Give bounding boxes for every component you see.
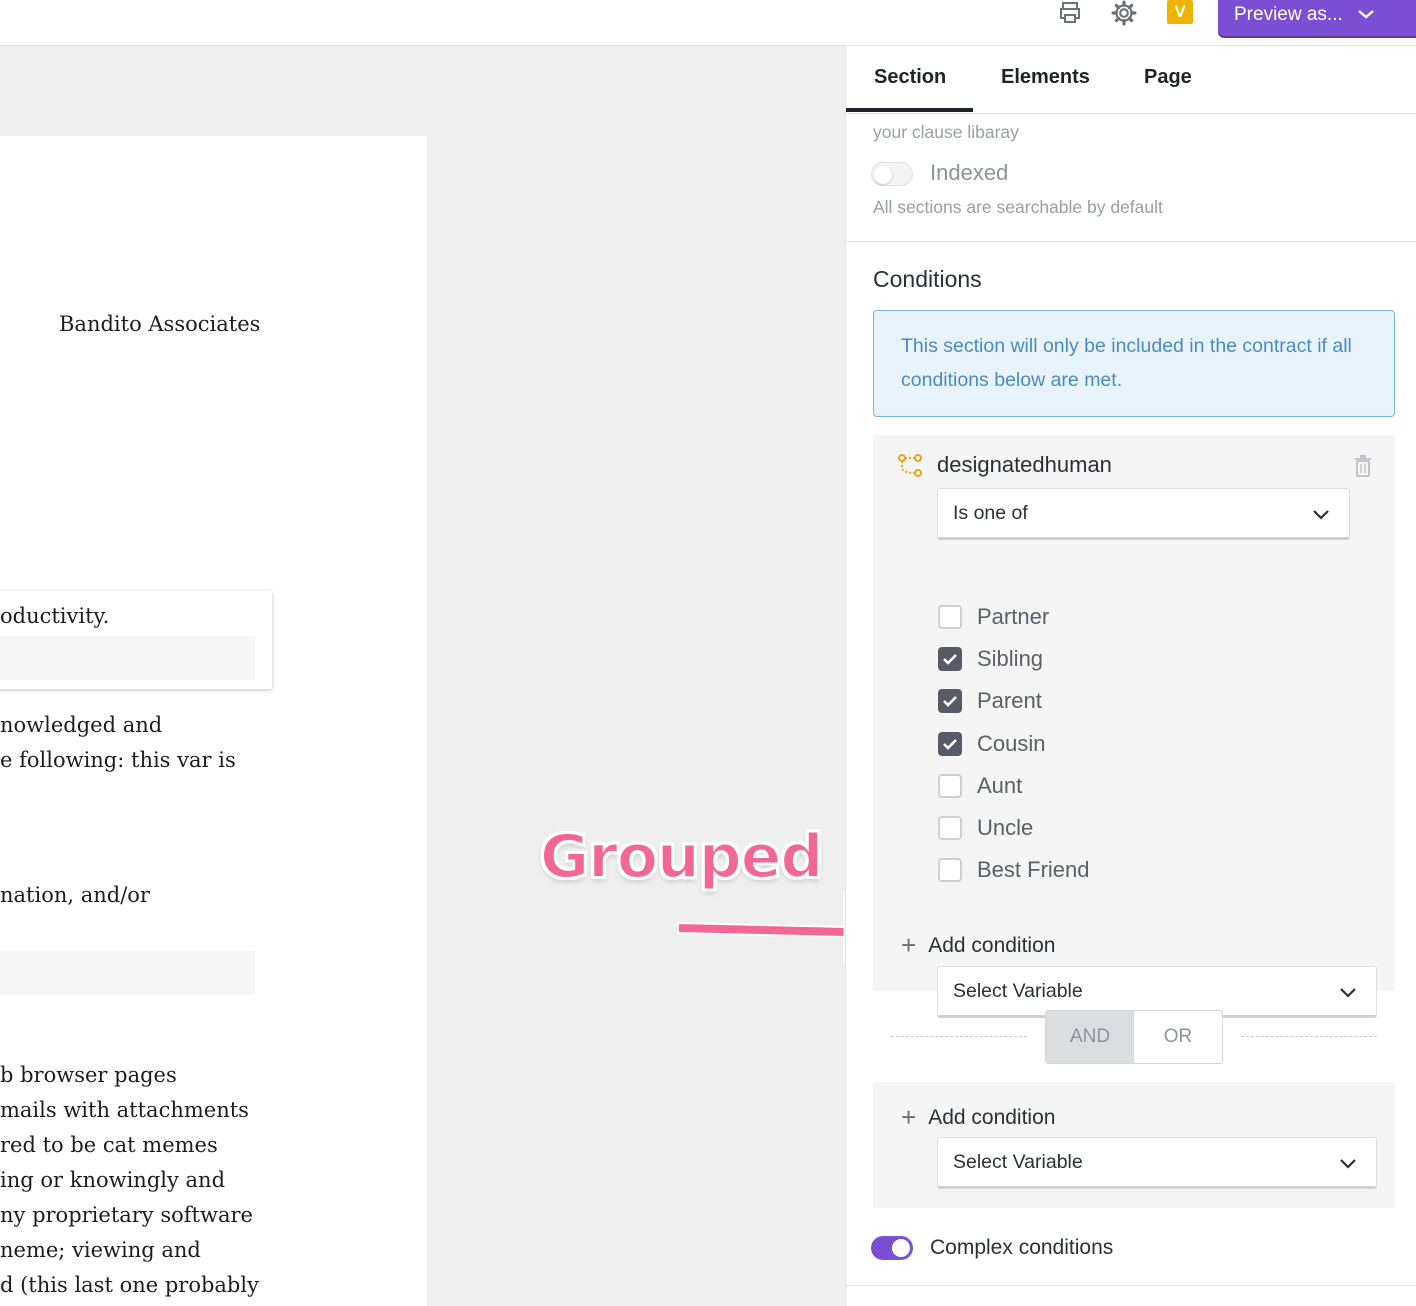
checkbox-checked[interactable] <box>938 732 962 756</box>
selected-section-card[interactable]: oductivity. <box>0 591 272 689</box>
plus-icon: + <box>901 1102 917 1132</box>
add-condition-button[interactable]: + Add condition <box>901 1102 1055 1133</box>
section-placeholder <box>0 951 255 995</box>
condition-group: + Add condition Select Variable <box>873 1082 1395 1208</box>
checkbox-unchecked[interactable] <box>938 774 962 798</box>
add-condition-label: Add condition <box>928 933 1056 957</box>
conditions-info-box: This section will only be included in th… <box>873 310 1395 417</box>
select-variable-dropdown[interactable]: Select Variable <box>937 1137 1377 1189</box>
list-line: red to be cat memes <box>0 1133 218 1157</box>
checkbox-unchecked[interactable] <box>938 605 962 629</box>
or-button[interactable]: OR <box>1134 1011 1222 1063</box>
option-parent[interactable]: Parent <box>938 686 1042 716</box>
option-label: Uncle <box>977 815 1034 840</box>
list-line: mails with attachments <box>0 1098 249 1122</box>
card-placeholder <box>0 636 255 680</box>
print-icon[interactable] <box>1057 0 1083 26</box>
chevron-down-icon <box>1357 4 1375 26</box>
tab-section[interactable]: Section <box>874 66 946 89</box>
clause-note: your clause libaray <box>873 122 1019 142</box>
indexed-toggle[interactable] <box>871 162 913 186</box>
and-button[interactable]: AND <box>1046 1011 1134 1063</box>
document-canvas: Bandito Associates oductivity. nowledged… <box>0 46 845 1306</box>
divider-dashed <box>891 1036 1027 1037</box>
chevron-down-icon <box>1311 505 1331 528</box>
divider-dashed <box>1241 1036 1377 1037</box>
option-label: Sibling <box>977 646 1044 671</box>
option-cousin[interactable]: Cousin <box>938 729 1045 759</box>
option-label: Aunt <box>977 773 1023 798</box>
checkbox-checked[interactable] <box>938 647 962 671</box>
option-label: Cousin <box>977 731 1046 756</box>
brand-v-icon[interactable]: V <box>1167 0 1193 24</box>
tab-elements[interactable]: Elements <box>1001 66 1090 89</box>
indexed-label: Indexed <box>930 160 1009 185</box>
option-partner[interactable]: Partner <box>938 602 1049 632</box>
trash-icon[interactable] <box>1354 455 1372 482</box>
panel-tabs: Section Elements Page <box>846 46 1416 114</box>
operator-select[interactable]: Is one of <box>937 488 1350 540</box>
preview-as-label: Preview as... <box>1234 4 1343 25</box>
checkbox-unchecked[interactable] <box>938 858 962 882</box>
option-best-friend[interactable]: Best Friend <box>938 855 1090 885</box>
active-tab-indicator <box>846 108 973 112</box>
card-text: oductivity. <box>0 604 110 628</box>
list-line: d (this last one probably <box>0 1273 259 1297</box>
checkbox-checked[interactable] <box>938 689 962 713</box>
divider <box>846 241 1416 242</box>
select-variable-value: Select Variable <box>953 979 1083 1002</box>
indexed-help-text: All sections are searchable by default <box>873 197 1163 217</box>
logic-toggle: AND OR <box>1045 1010 1223 1064</box>
condition-variable-name: designatedhuman <box>937 452 1112 477</box>
add-condition-label: Add condition <box>928 1105 1056 1129</box>
chevron-down-icon <box>1338 983 1358 1006</box>
complex-conditions-toggle[interactable] <box>871 1236 913 1260</box>
list-line: b browser pages <box>0 1063 177 1087</box>
plus-icon: + <box>901 930 917 960</box>
paragraph-line: e following: this var is <box>0 748 236 772</box>
option-label: Best Friend <box>977 857 1090 882</box>
operator-select-value: Is one of <box>953 501 1028 524</box>
complex-conditions-label: Complex conditions <box>930 1236 1114 1259</box>
list-line: neme; viewing and <box>0 1238 201 1262</box>
settings-panel: Section Elements Page your clause libara… <box>845 46 1416 1306</box>
variable-icon <box>897 453 923 484</box>
chevron-down-icon <box>1338 1154 1358 1177</box>
divider <box>846 1285 1416 1286</box>
list-line: ing or knowingly and <box>0 1168 226 1192</box>
option-aunt[interactable]: Aunt <box>938 771 1022 801</box>
option-label: Parent <box>977 688 1042 713</box>
conditions-title: Conditions <box>873 266 982 292</box>
option-uncle[interactable]: Uncle <box>938 813 1033 843</box>
annotation-label: Grouped <box>539 821 824 893</box>
option-sibling[interactable]: Sibling <box>938 644 1043 674</box>
preview-as-button[interactable]: Preview as... <box>1218 0 1416 36</box>
tab-page[interactable]: Page <box>1144 66 1192 89</box>
top-toolbar: V Preview as... <box>0 0 1416 46</box>
condition-group: designatedhuman Is one of Partner Siblin… <box>873 435 1395 1018</box>
gear-icon[interactable] <box>1111 0 1137 26</box>
select-variable-value: Select Variable <box>953 1150 1083 1173</box>
option-label: Partner <box>977 604 1050 629</box>
paragraph-line: nowledged and <box>0 713 163 737</box>
list-line: ny proprietary software <box>0 1203 253 1227</box>
paragraph-line: nation, and/or <box>0 883 150 907</box>
company-name: Bandito Associates <box>59 312 261 336</box>
checkbox-unchecked[interactable] <box>938 816 962 840</box>
add-condition-button[interactable]: + Add condition <box>901 930 1055 961</box>
